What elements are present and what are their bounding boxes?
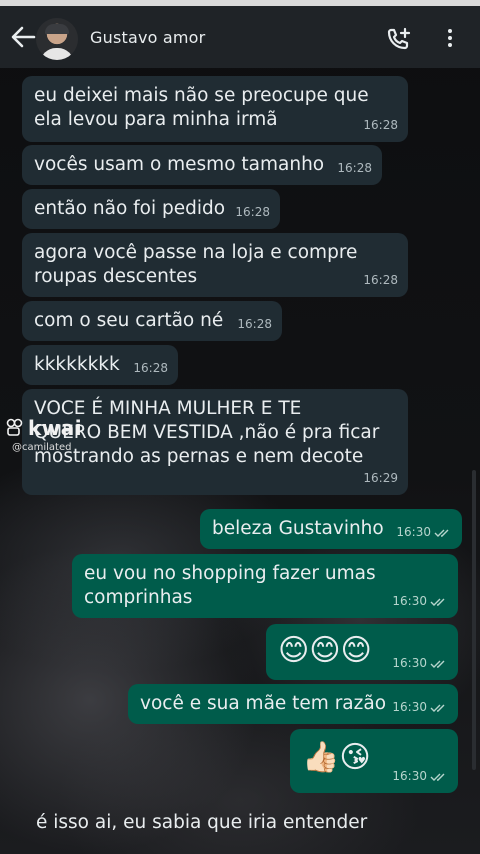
- partial-message-text: é isso ai, eu sabia que iria entender: [36, 812, 368, 833]
- message-text: com o seu cartão né: [34, 310, 224, 331]
- message-meta: 16:30: [392, 589, 448, 613]
- avatar-cap: [45, 24, 69, 34]
- message-time: 16:28: [363, 273, 398, 287]
- read-ticks-icon: [430, 598, 445, 606]
- message-text: eu deixei mais não se preocupe que ela l…: [34, 85, 369, 130]
- message-outgoing[interactable]: eu vou no shopping fazer umas comprinhas…: [72, 554, 458, 618]
- kwai-logo-icon: [6, 418, 23, 436]
- message-incoming[interactable]: então não foi pedido 16:28: [22, 189, 280, 229]
- message-time: 16:30: [392, 700, 427, 714]
- message-incoming[interactable]: vocês usam o mesmo tamanho 16:28: [22, 145, 382, 185]
- add-call-icon[interactable]: [386, 27, 412, 51]
- message-outgoing[interactable]: 👍🏻😘 16:30: [290, 729, 458, 793]
- message-time: 16:28: [337, 161, 372, 175]
- message-time: 16:29: [363, 471, 398, 485]
- message-incoming[interactable]: VOCE É MINHA MULHER E TE QUERO BEM VESTI…: [22, 389, 408, 495]
- more-vertical-icon[interactable]: [442, 26, 458, 52]
- read-ticks-icon: [434, 529, 449, 537]
- message-text: agora você passe na loja e compre roupas…: [34, 242, 358, 287]
- message-time: 16:30: [392, 769, 427, 783]
- avatar[interactable]: [36, 18, 78, 60]
- message-meta: 16:30: [396, 520, 452, 544]
- kwai-watermark: kwai @camilated: [6, 416, 83, 453]
- message-time: 16:28: [363, 118, 398, 132]
- message-outgoing[interactable]: você e sua mãe tem razão 16:30: [128, 684, 458, 724]
- message-incoming[interactable]: eu deixei mais não se preocupe que ela l…: [22, 76, 408, 142]
- read-ticks-icon: [430, 660, 445, 668]
- message-outgoing[interactable]: beleza Gustavinho 16:30: [200, 509, 462, 549]
- watermark-brand: kwai: [28, 416, 83, 440]
- menu-dot: [448, 36, 452, 40]
- read-ticks-icon: [430, 773, 445, 781]
- message-time: 16:28: [237, 317, 272, 331]
- scrollbar[interactable]: [472, 470, 476, 770]
- message-incoming[interactable]: kkkkkkkk 16:28: [22, 345, 178, 385]
- menu-dot: [448, 43, 452, 47]
- message-time: 16:28: [133, 361, 168, 375]
- message-meta: 16:30: [392, 651, 448, 675]
- message-meta: 16:30: [392, 764, 448, 788]
- message-incoming[interactable]: agora você passe na loja e compre roupas…: [22, 233, 408, 297]
- watermark-handle: @camilated: [12, 442, 72, 453]
- read-ticks-icon: [430, 704, 445, 712]
- message-meta: 16:30: [392, 695, 448, 719]
- menu-dot: [448, 29, 452, 33]
- contact-name[interactable]: Gustavo amor: [90, 28, 205, 47]
- message-time: 16:30: [392, 594, 427, 608]
- message-text: vocês usam o mesmo tamanho: [34, 154, 325, 175]
- message-time: 16:28: [235, 205, 270, 219]
- message-outgoing[interactable]: 😊😊😊 16:30: [266, 624, 458, 680]
- message-time: 16:30: [392, 656, 427, 670]
- chat-header: Gustavo amor: [0, 6, 480, 68]
- message-incoming[interactable]: com o seu cartão né 16:28: [22, 301, 282, 341]
- arrow-left-icon[interactable]: [10, 25, 36, 49]
- avatar-shirt: [40, 48, 74, 60]
- message-text: VOCE É MINHA MULHER E TE QUERO BEM VESTI…: [34, 398, 380, 467]
- message-time: 16:30: [396, 525, 431, 539]
